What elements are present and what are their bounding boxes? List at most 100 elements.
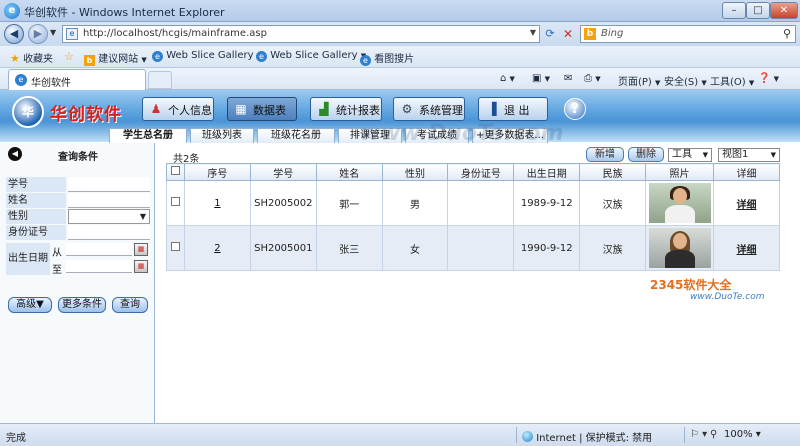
- column-header[interactable]: 学号: [249, 163, 317, 181]
- history-dropdown-icon[interactable]: ▼: [50, 28, 56, 37]
- favorite-item-image-search[interactable]: e 看图搜片: [360, 50, 414, 66]
- column-header[interactable]: 姓名: [315, 163, 383, 181]
- detail-cell[interactable]: 详细: [713, 225, 780, 271]
- detail-link[interactable]: 详细: [737, 245, 757, 256]
- tab-bar: e 华创软件 ⌂ ▼ ▣ ▼ ✉ ⎙ ▼ 页面(P) ▼ 安全(S) ▼ 工具(…: [0, 68, 800, 90]
- data-table-button[interactable]: ▦ 数据表: [227, 97, 297, 121]
- row-checkbox-cell[interactable]: [166, 225, 185, 271]
- row-checkbox[interactable]: [170, 242, 180, 251]
- detail-cell[interactable]: 详细: [713, 180, 780, 226]
- delete-button[interactable]: 删除: [628, 147, 664, 162]
- new-tab-button[interactable]: [148, 71, 172, 89]
- logout-button[interactable]: ▐ 退 出: [478, 97, 548, 121]
- column-header[interactable]: 身份证号: [447, 163, 515, 181]
- seq-link[interactable]: 1: [214, 198, 220, 209]
- feeds-icon[interactable]: ▣ ▼: [532, 73, 550, 84]
- personal-info-button[interactable]: ♟ 个人信息: [142, 97, 214, 121]
- search-icon[interactable]: ⚲: [783, 27, 791, 40]
- help-icon[interactable]: ?: [564, 98, 586, 120]
- forward-button[interactable]: ▶: [28, 24, 48, 44]
- chart-icon: ▟: [319, 102, 329, 116]
- maximize-button[interactable]: □: [746, 2, 770, 19]
- browser-tab[interactable]: e 华创软件: [8, 69, 146, 90]
- seq-link[interactable]: 2: [214, 243, 220, 254]
- column-header[interactable]: 民族: [579, 163, 647, 181]
- gender-label: 性别: [6, 209, 66, 224]
- popup-blocker-icon[interactable]: ⚐ ▾: [690, 429, 707, 440]
- address-input[interactable]: e http://localhost/hcgis/mainframe.asp ▼: [62, 25, 540, 43]
- student-photo[interactable]: [648, 183, 711, 223]
- query-panel: ◀ 查询条件 学号 姓名 性别 ▼ 身份证号 出生日期 从 ▦ 至 ▦ 高级▼ …: [0, 143, 155, 423]
- url-dropdown-icon[interactable]: ▼: [530, 28, 536, 37]
- seq-cell[interactable]: 1: [183, 180, 251, 226]
- favorite-label: 看图搜片: [374, 54, 415, 65]
- select-all-checkbox-cell[interactable]: [166, 163, 185, 181]
- back-button[interactable]: ◀: [4, 24, 24, 44]
- status-bar: 完成 Internet | 保护模式: 禁用 ⚐ ▾ ⚲ 100% ▾: [0, 423, 800, 446]
- id-card-field[interactable]: [68, 225, 150, 240]
- favorites-button[interactable]: ★ 收藏夹: [10, 50, 53, 65]
- favorite-item-webslice-2[interactable]: e Web Slice Gallery ▼: [256, 50, 366, 62]
- collapse-panel-icon[interactable]: ◀: [8, 147, 22, 161]
- select-all-checkbox[interactable]: [170, 166, 180, 175]
- table-header-row: 序号 学号 姓名 性别 身份证号 出生日期 民族 照片 详细: [166, 163, 780, 181]
- zoom-level[interactable]: 100% ▾: [724, 429, 761, 440]
- stop-icon[interactable]: ✕: [560, 26, 576, 42]
- tools-select[interactable]: 工具 ▼: [668, 148, 712, 162]
- student-id-field[interactable]: [68, 177, 150, 192]
- row-checkbox-cell[interactable]: [166, 180, 185, 226]
- column-header[interactable]: 性别: [381, 163, 449, 181]
- name-field[interactable]: [68, 193, 150, 208]
- name-cell: 郭一: [315, 180, 383, 226]
- tab-class-roster[interactable]: 班级花名册: [257, 128, 335, 143]
- add-favorite-icon[interactable]: ☆: [64, 50, 74, 63]
- system-admin-button[interactable]: ⚙ 系统管理: [393, 97, 465, 121]
- column-header[interactable]: 出生日期: [513, 163, 581, 181]
- more-conditions-button[interactable]: 更多条件: [58, 297, 106, 313]
- view-select[interactable]: 视图1 ▼: [718, 148, 780, 162]
- mail-icon[interactable]: ✉: [564, 73, 572, 84]
- security-zone[interactable]: Internet | 保护模式: 禁用: [522, 429, 652, 444]
- home-icon[interactable]: ⌂ ▼: [500, 73, 515, 84]
- detail-link[interactable]: 详细: [737, 200, 757, 211]
- birth-date-cell: 1990-9-12: [513, 225, 581, 271]
- favorite-item-webslice-1[interactable]: e Web Slice Gallery ▼: [152, 50, 262, 62]
- safety-menu[interactable]: 安全(S) ▼: [664, 73, 707, 88]
- birth-from-field[interactable]: [66, 243, 132, 256]
- company-name: 华创软件: [50, 105, 122, 125]
- tools-menu[interactable]: 工具(O) ▼: [710, 73, 754, 88]
- favorite-item-suggested[interactable]: b 建议网站 ▼: [84, 50, 147, 66]
- table-row[interactable]: 2 SH2005001 张三 女 1990-9-12 汉族 详细: [166, 225, 780, 271]
- calendar-icon[interactable]: ▦: [134, 260, 148, 273]
- seq-cell[interactable]: 2: [183, 225, 251, 271]
- refresh-icon[interactable]: ⟳: [542, 26, 558, 42]
- statistics-report-button[interactable]: ▟ 统计报表: [310, 97, 382, 121]
- help-menu-icon[interactable]: ❓ ▼: [758, 73, 779, 84]
- row-checkbox[interactable]: [170, 197, 180, 206]
- minimize-button[interactable]: –: [722, 2, 746, 19]
- student-photo[interactable]: [648, 228, 711, 268]
- add-button[interactable]: 新增: [586, 147, 624, 162]
- column-header[interactable]: 照片: [645, 163, 715, 181]
- page-menu[interactable]: 页面(P) ▼: [618, 73, 660, 88]
- print-icon[interactable]: ⎙ ▼: [584, 73, 601, 84]
- column-header[interactable]: 序号: [183, 163, 251, 181]
- column-header[interactable]: 详细: [713, 163, 780, 181]
- name-label: 姓名: [6, 193, 66, 208]
- page-menu-label: 页面(P): [618, 77, 652, 88]
- advanced-button[interactable]: 高级▼: [8, 297, 52, 313]
- globe-icon: [522, 431, 533, 442]
- zoom-icon[interactable]: ⚲: [710, 429, 717, 440]
- search-button[interactable]: 查询: [112, 297, 148, 313]
- birth-to-field[interactable]: [66, 260, 132, 273]
- table-row[interactable]: 1 SH2005002 郭一 男 1989-9-12 汉族 详细: [166, 180, 780, 226]
- tab-student-roster[interactable]: 学生总名册: [109, 128, 187, 143]
- close-window-button[interactable]: ✕: [770, 2, 798, 19]
- search-placeholder: Bing: [601, 28, 624, 39]
- tab-class-list[interactable]: 班级列表: [190, 128, 254, 143]
- calendar-icon[interactable]: ▦: [134, 243, 148, 256]
- gender-select[interactable]: ▼: [68, 209, 150, 224]
- window-titlebar: e 华创软件 - Windows Internet Explorer – □ ✕: [0, 0, 800, 22]
- search-input[interactable]: b Bing ⚲: [580, 25, 796, 43]
- student-id-cell: SH2005002: [249, 180, 317, 226]
